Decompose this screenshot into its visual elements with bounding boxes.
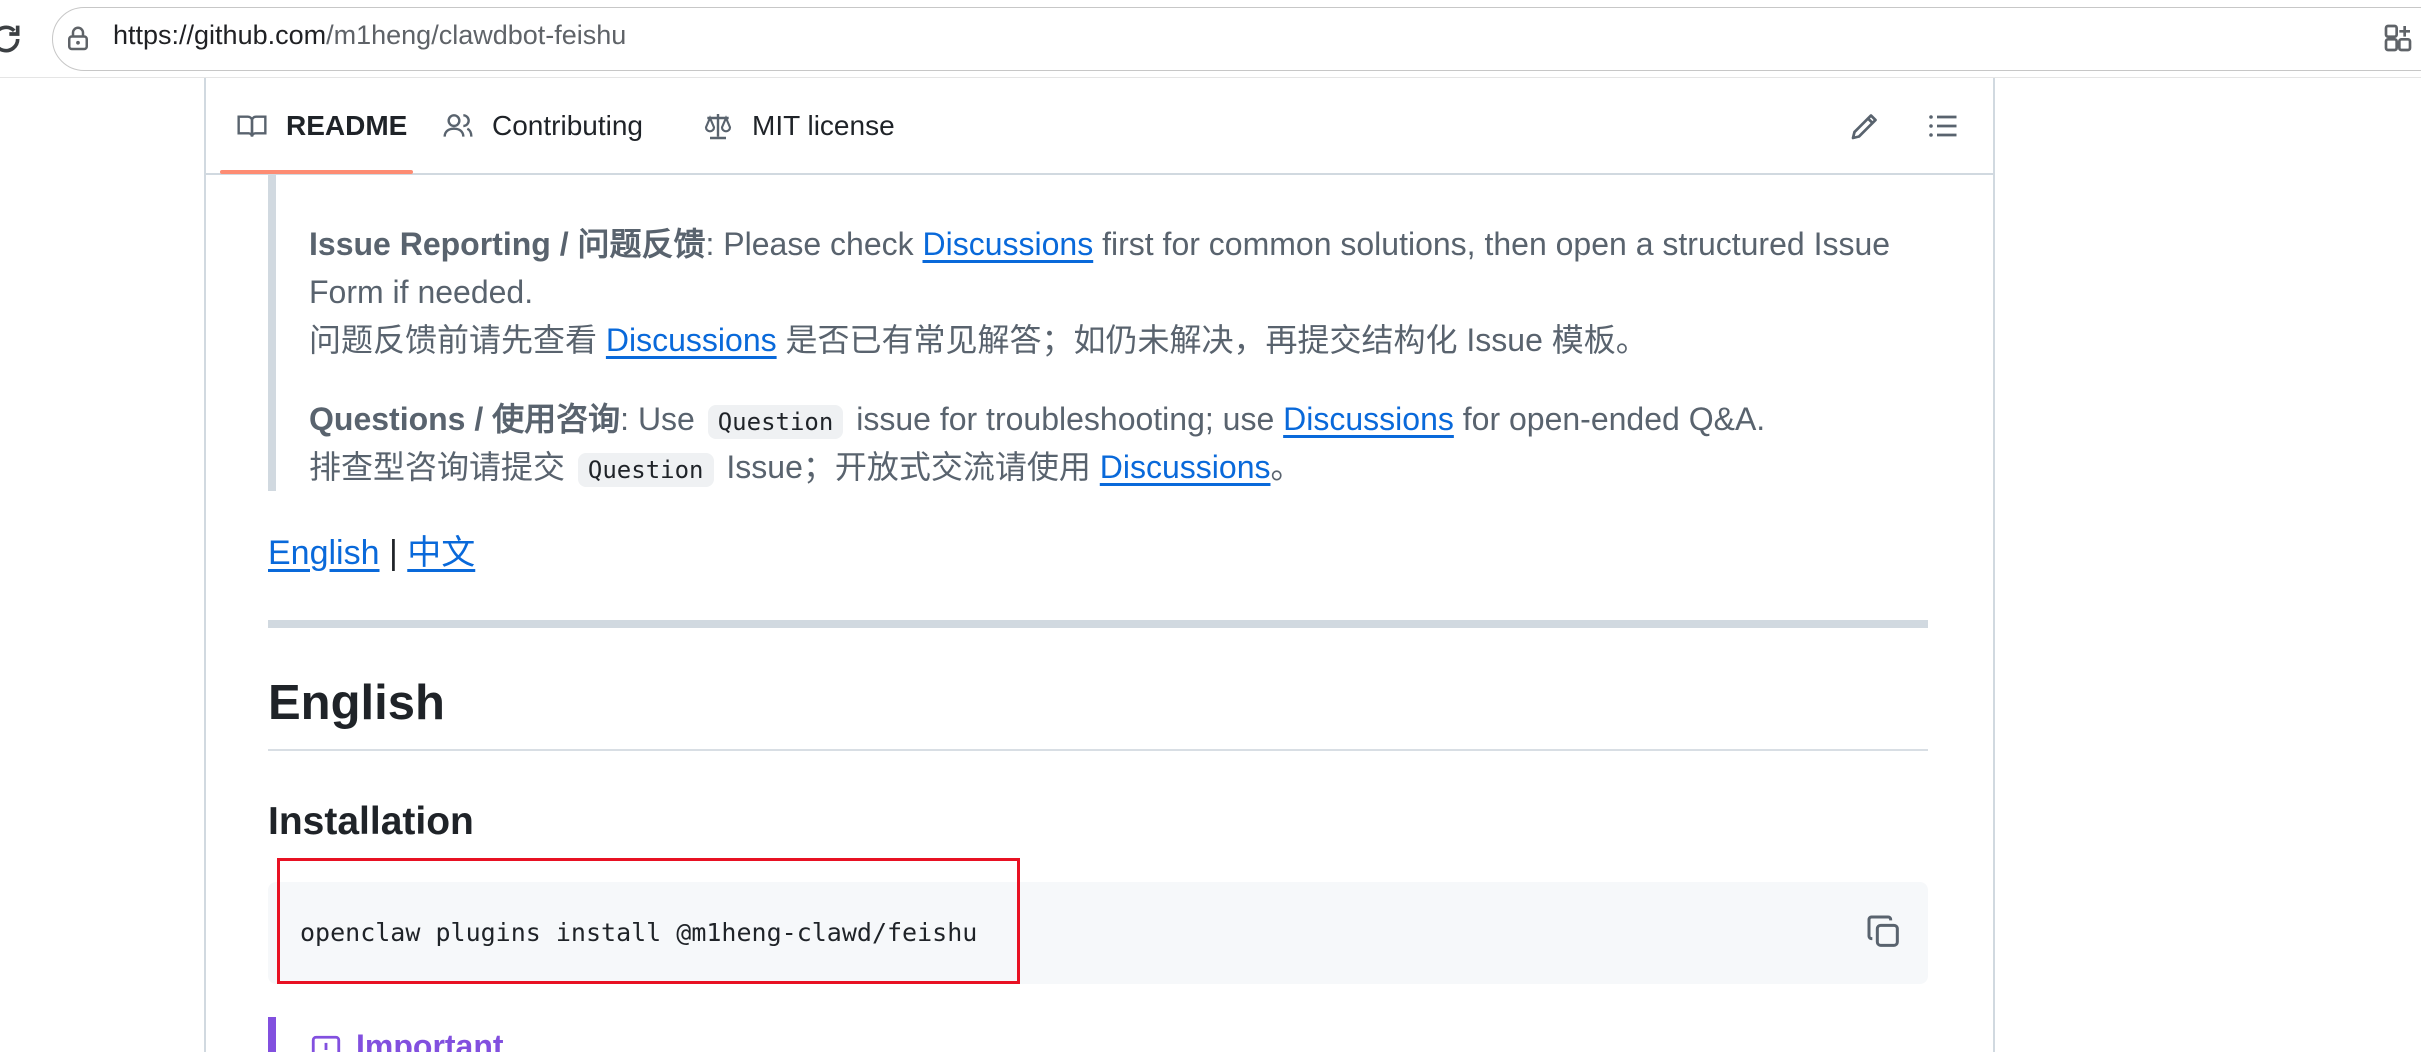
heading-english: English	[268, 676, 445, 730]
tab-contributing-label: Contributing	[492, 109, 643, 141]
heading-installation: Installation	[268, 800, 474, 843]
chinese-link[interactable]: 中文	[407, 534, 475, 572]
questions-zh-line: 排查型咨询请提交 Question Issue；开放式交流请使用 Discuss…	[309, 443, 1303, 494]
pencil-icon[interactable]	[1847, 108, 1883, 144]
browser-toolbar: https://github.com/m1heng/clawdbot-feish…	[0, 0, 2421, 78]
book-icon	[237, 114, 267, 137]
questions-text-before: : Use	[620, 401, 704, 437]
issue-reporting-line-2: Form if needed.	[309, 274, 534, 310]
important-alert-border	[268, 1017, 276, 1052]
blockquote-border	[268, 175, 276, 491]
annotation-highlight-box	[277, 858, 1020, 984]
tab-contributing[interactable]: Contributing	[442, 78, 643, 173]
questions-text-mid: issue for troubleshooting; use	[847, 401, 1284, 437]
english-link[interactable]: English	[268, 534, 380, 572]
readme-tabs: README Contributing MIT license	[206, 78, 1993, 175]
copy-icon[interactable]	[1864, 912, 1904, 952]
tab-mit-license[interactable]: MIT license	[702, 78, 895, 173]
questions-zh-after: 。	[1270, 449, 1303, 485]
people-icon	[443, 113, 473, 137]
questions-line: Questions / 使用咨询: Use Question issue for…	[309, 395, 1765, 446]
questions-zh-mid: Issue；开放式交流请使用	[717, 449, 1100, 485]
tab-readme-label: README	[286, 109, 408, 141]
important-label: Important	[356, 1028, 504, 1052]
issue-reporting-line: Issue Reporting / 问题反馈: Please check Dis…	[309, 220, 1890, 268]
issue-reporting-label: Issue Reporting / 问题反馈	[309, 226, 706, 262]
extensions-icon[interactable]	[2382, 22, 2414, 54]
questions-text-after: for open-ended Q&A.	[1453, 401, 1766, 437]
issue-zh-after: 是否已有常见解答；如仍未解决，再提交结构化 Issue 模板。	[776, 322, 1648, 358]
list-icon[interactable]	[1925, 108, 1961, 144]
section-divider	[268, 620, 1928, 628]
questions-zh-before: 排查型咨询请提交	[309, 449, 574, 485]
discussions-link[interactable]: Discussions	[1283, 401, 1454, 437]
reload-icon[interactable]	[0, 19, 26, 59]
issue-reporting-zh-line: 问题反馈前请先查看 Discussions 是否已有常见解答；如仍未解决，再提交…	[309, 316, 1648, 364]
page-border-right	[1993, 78, 1995, 1052]
url-text[interactable]: https://github.com/m1heng/clawdbot-feish…	[113, 20, 626, 51]
question-code: Question	[577, 453, 714, 487]
active-tab-indicator	[220, 170, 413, 174]
tab-license-label: MIT license	[752, 109, 895, 141]
readme-content: Issue Reporting / 问题反馈: Please check Dis…	[206, 175, 1993, 1052]
url-path: /m1heng/clawdbot-feishu	[326, 20, 627, 50]
issue-zh-before: 问题反馈前请先查看	[309, 322, 606, 358]
discussions-link[interactable]: Discussions	[923, 226, 1094, 262]
issue-text-before: : Please check	[705, 226, 923, 262]
question-code: Question	[707, 405, 844, 439]
url-host: https://github.com	[113, 20, 327, 50]
site-info-icon[interactable]	[63, 24, 93, 54]
law-icon	[704, 113, 732, 139]
language-links: English | 中文	[268, 525, 475, 574]
tab-readme[interactable]: README	[236, 78, 407, 173]
language-separator: |	[379, 534, 408, 572]
report-icon	[311, 1035, 341, 1052]
discussions-link[interactable]: Discussions	[606, 322, 777, 358]
heading-underline	[268, 749, 1928, 751]
issue-text-after: first for common solutions, then open a …	[1093, 226, 1891, 262]
questions-label: Questions / 使用咨询	[309, 401, 621, 437]
discussions-link[interactable]: Discussions	[1100, 449, 1271, 485]
